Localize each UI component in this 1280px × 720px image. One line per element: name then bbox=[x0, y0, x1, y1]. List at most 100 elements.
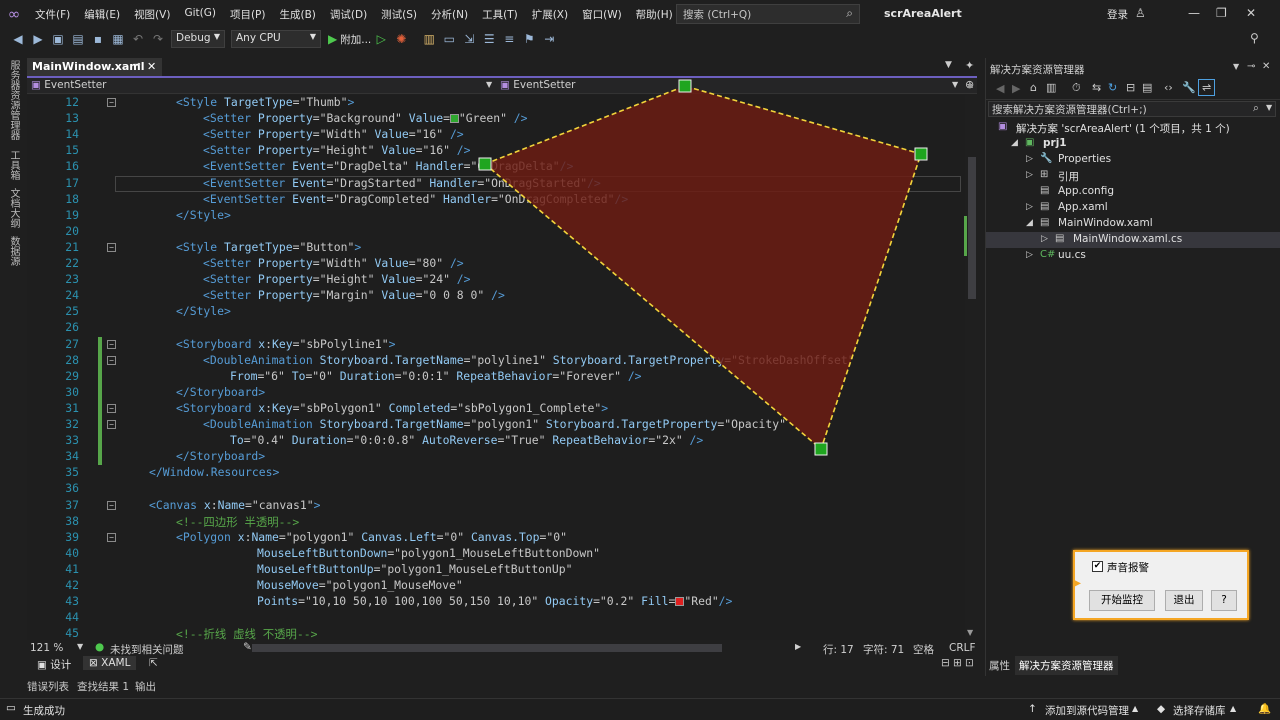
code-line[interactable]: 35 </Window.Resources> bbox=[27, 465, 965, 481]
menu-item[interactable]: 帮助(H) bbox=[629, 7, 680, 22]
code-line[interactable]: 43 Points="10,10 50,10 100,100 50,150 10,… bbox=[27, 594, 965, 610]
pin-icon[interactable]: ⊸ bbox=[133, 60, 141, 70]
tree-item[interactable]: ▤ App.config bbox=[986, 184, 1280, 200]
fold-toggle-icon[interactable]: − bbox=[107, 355, 116, 365]
menu-item[interactable]: 窗口(W) bbox=[575, 7, 629, 22]
tree-item[interactable]: ◢ ▤ MainWindow.xaml bbox=[986, 216, 1280, 232]
save-all-icon[interactable]: ▦ bbox=[110, 31, 126, 47]
zoom-level[interactable]: 121 % bbox=[30, 642, 63, 654]
tab-xaml[interactable]: ⊠ XAML bbox=[83, 656, 137, 670]
issues-dropdown-icon[interactable]: ✎ bbox=[243, 641, 252, 653]
tab-solution-explorer[interactable]: 解决方案资源管理器 bbox=[1015, 656, 1118, 675]
code-line[interactable]: 15 <Setter Property="Height" Value="16" /… bbox=[27, 143, 965, 159]
nav-combo-left[interactable]: ▣ EventSetter ▼ bbox=[31, 79, 496, 93]
vertical-split-icon[interactable]: ⊟ bbox=[941, 657, 950, 669]
code-line[interactable]: 19 </Style> bbox=[27, 208, 965, 224]
align-icon[interactable]: ☰ bbox=[481, 31, 497, 47]
expanded-icon[interactable]: ◢ bbox=[1011, 138, 1018, 148]
tree-item[interactable]: ▷ ▤ App.xaml bbox=[986, 200, 1280, 216]
refresh-icon[interactable]: ↻ bbox=[1108, 81, 1117, 94]
expand-icon[interactable]: ▷ bbox=[1026, 202, 1033, 212]
properties-icon[interactable]: 🔧 bbox=[1182, 81, 1196, 94]
collapse-all-icon[interactable]: ⊟ bbox=[1126, 81, 1135, 94]
code-line[interactable]: 13 <Setter Property="Background" Value= "G… bbox=[27, 111, 965, 127]
whitespace-indicator[interactable]: 空格 bbox=[913, 642, 934, 657]
close-icon[interactable]: ✕ bbox=[1246, 6, 1256, 20]
menu-item[interactable]: 编辑(E) bbox=[77, 7, 127, 22]
expand-icon[interactable]: ▷ bbox=[1026, 154, 1033, 164]
code-line[interactable]: 39 − <Polygon x:Name="polygon1" Canvas.Lef… bbox=[27, 530, 965, 546]
code-line[interactable]: 44 bbox=[27, 610, 965, 626]
tree-item[interactable]: ▷ C# uu.cs bbox=[986, 248, 1280, 264]
fold-toggle-icon[interactable]: − bbox=[107, 242, 116, 252]
collapse-pane-icon[interactable]: ⊡ bbox=[965, 657, 974, 669]
tree-item[interactable]: ▷ ▤ MainWindow.xaml.cs bbox=[986, 232, 1280, 248]
help-button[interactable]: ? bbox=[1211, 590, 1237, 611]
exit-button[interactable]: 退出 bbox=[1165, 590, 1203, 611]
scroll-up-icon[interactable]: ▲ bbox=[967, 80, 973, 89]
search-input[interactable]: 搜索 (Ctrl+Q) ⌕ bbox=[676, 4, 860, 24]
code-view-icon[interactable]: ‹› bbox=[1164, 81, 1173, 94]
fold-toggle-icon[interactable]: − bbox=[107, 500, 116, 510]
scroll-down-icon[interactable]: ▼ bbox=[967, 628, 973, 637]
tab-mainwindow-xaml[interactable]: MainWindow.xaml ⊸ ✕ bbox=[27, 58, 162, 76]
show-all-files-icon[interactable]: ▤ bbox=[1142, 81, 1152, 94]
maximize-icon[interactable]: ❐ bbox=[1216, 6, 1227, 20]
tab-find-results[interactable]: 查找结果 1 bbox=[77, 679, 129, 694]
tab-design[interactable]: ▣ 设计 bbox=[37, 657, 71, 672]
code-line[interactable]: 31 − <Storyboard x:Key="sbPolygon1" Comple… bbox=[27, 400, 965, 417]
code-line[interactable]: 26 bbox=[27, 320, 965, 336]
menu-item[interactable]: Git(G) bbox=[177, 7, 223, 22]
code-line[interactable]: 24 <Setter Property="Margin" Value="0 0 8… bbox=[27, 288, 965, 304]
code-line[interactable]: 40 MouseLeftButtonDown="polygon1_MouseLef… bbox=[27, 546, 965, 562]
eol-indicator[interactable]: CRLF bbox=[949, 642, 976, 654]
code-line[interactable]: 12 − <Style TargetType="Thumb"> bbox=[27, 95, 965, 111]
sound-alarm-checkbox[interactable]: ✔ bbox=[1092, 561, 1103, 572]
menu-item[interactable]: 调试(D) bbox=[323, 7, 374, 22]
panel-close-icon[interactable]: ✕ bbox=[1262, 61, 1270, 72]
code-line[interactable]: 16 <EventSetter Event="DragDelta" Handler… bbox=[27, 159, 965, 175]
expanded-icon[interactable]: ◢ bbox=[1026, 218, 1033, 228]
comment-icon[interactable]: ≡ bbox=[501, 31, 517, 47]
tree-item[interactable]: ▣ 解决方案 'scrAreaAlert' (1 个项目，共 1 个) bbox=[986, 120, 1280, 136]
forward-icon[interactable]: ▶ bbox=[1012, 82, 1020, 95]
code-line[interactable]: 18 <EventSetter Event="DragCompleted" Han… bbox=[27, 192, 965, 208]
tab-properties[interactable]: 属性 bbox=[989, 658, 1010, 673]
tree-item[interactable]: ▷ 🔧 Properties bbox=[986, 152, 1280, 168]
code-editor[interactable]: 12− <Style TargetType="Thumb"> 13 <Setter P… bbox=[27, 95, 965, 640]
code-line[interactable]: 23 <Setter Property="Height" Value="24" /… bbox=[27, 272, 965, 288]
code-line[interactable]: 27 − <Storyboard x:Key="sbPolyline1"> bbox=[27, 336, 965, 353]
undo-icon[interactable]: ↶ bbox=[130, 31, 146, 47]
account-icon[interactable]: ♙ bbox=[1135, 6, 1146, 20]
tree-item[interactable]: ▷ ⊞ 引用 bbox=[986, 168, 1280, 184]
tab-error-list[interactable]: 错误列表 bbox=[27, 679, 69, 694]
switch-views-icon[interactable]: ▥ bbox=[1046, 81, 1056, 94]
code-line[interactable]: 42 MouseMove="polygon1_MouseMove" bbox=[27, 578, 965, 594]
home-icon[interactable]: ⌂ bbox=[1030, 81, 1037, 94]
fold-toggle-icon[interactable]: − bbox=[107, 532, 116, 542]
vtab-document-outline[interactable]: 文档大纲 bbox=[6, 188, 21, 228]
code-line[interactable]: 41 MouseLeftButtonUp="polygon1_MouseLeftB… bbox=[27, 562, 965, 578]
horizontal-scrollbar[interactable] bbox=[252, 644, 722, 652]
code-line[interactable]: 32 − <DoubleAnimation Storyboard.TargetNam… bbox=[27, 417, 965, 434]
code-line[interactable]: 29 From="6" To="0" Duration="0:0:1" Repea… bbox=[27, 368, 965, 385]
issues-text[interactable]: 未找到相关问题 bbox=[110, 642, 184, 657]
sync-icon[interactable]: ⇆ bbox=[1092, 81, 1101, 94]
notifications-icon[interactable]: 🔔 bbox=[1258, 702, 1271, 715]
expand-icon[interactable]: ▷ bbox=[1026, 250, 1033, 260]
platform-select[interactable]: Any CPU ▼ bbox=[231, 30, 321, 48]
nav-combo-right[interactable]: ▣ EventSetter ▼ bbox=[500, 79, 960, 93]
menu-item[interactable]: 分析(N) bbox=[424, 7, 475, 22]
code-line[interactable]: 25 </Style> bbox=[27, 304, 965, 320]
minimize-icon[interactable]: — bbox=[1188, 6, 1200, 20]
code-line[interactable]: 14 <Setter Property="Width" Value="16" /> bbox=[27, 127, 965, 143]
login-button[interactable]: 登录 bbox=[1107, 7, 1128, 22]
menu-item[interactable]: 生成(B) bbox=[272, 7, 322, 22]
step-icon[interactable]: ⇲ bbox=[461, 31, 477, 47]
scrollbar-thumb[interactable] bbox=[968, 157, 976, 299]
settings-icon[interactable]: ✦ bbox=[965, 59, 974, 72]
fold-toggle-icon[interactable]: − bbox=[107, 98, 116, 107]
select-repo-button[interactable]: 选择存储库 bbox=[1173, 703, 1226, 718]
hot-reload-icon[interactable]: ✺ bbox=[393, 31, 409, 47]
menu-item[interactable]: 视图(V) bbox=[127, 7, 177, 22]
